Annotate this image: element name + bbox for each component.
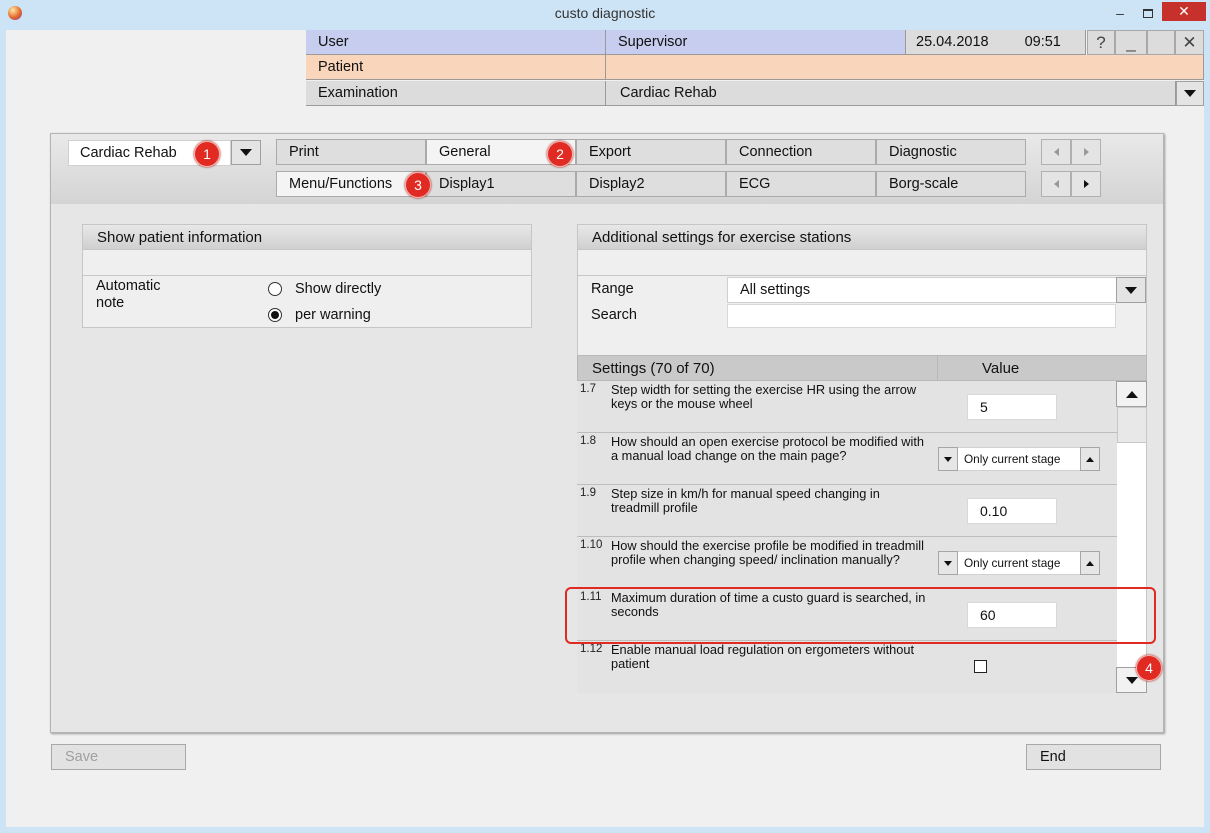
tabs-row1-next-button[interactable] bbox=[1071, 139, 1101, 165]
per-warning-radio[interactable] bbox=[268, 308, 282, 322]
row-number: 1.7 bbox=[580, 383, 596, 395]
examination-label: Examination bbox=[306, 81, 606, 106]
exercise-settings-spacer bbox=[577, 250, 1147, 276]
row-number: 1.10 bbox=[580, 539, 603, 551]
row-description: How should the exercise profile be modif… bbox=[611, 538, 924, 567]
stepper-down-button[interactable] bbox=[938, 551, 958, 575]
datetime-display: 25.04.2018 09:51 bbox=[906, 30, 1086, 55]
window-minimize-button[interactable]: – bbox=[1106, 3, 1134, 23]
chevron-left-icon bbox=[1053, 148, 1059, 156]
patient-label: Patient bbox=[306, 55, 606, 80]
tab-borg-scale[interactable]: Borg-scale bbox=[876, 171, 1026, 197]
tab-display2[interactable]: Display2 bbox=[576, 171, 726, 197]
search-label: Search bbox=[591, 307, 637, 323]
tab-connection[interactable]: Connection bbox=[726, 139, 876, 165]
patient-value bbox=[606, 55, 1204, 80]
user-value: Supervisor bbox=[606, 30, 906, 55]
annotation-badge-2: 2 bbox=[547, 141, 573, 167]
show-directly-label: Show directly bbox=[295, 281, 382, 297]
row-number: 1.9 bbox=[580, 487, 596, 499]
settings-column-header: Settings (70 of 70) bbox=[577, 355, 938, 381]
tab-menu-functions[interactable]: Menu/Functions bbox=[276, 171, 426, 197]
minimize-icon: _ bbox=[1126, 32, 1136, 52]
range-label: Range bbox=[591, 281, 634, 297]
chevron-left-icon bbox=[1053, 180, 1059, 188]
tabs-row1-prev-button[interactable] bbox=[1041, 139, 1071, 165]
show-directly-radio[interactable] bbox=[268, 282, 282, 296]
window-close-button[interactable]: ✕ bbox=[1162, 2, 1206, 21]
user-label: User bbox=[306, 30, 606, 55]
stepper-down-button[interactable] bbox=[938, 447, 958, 471]
automatic-note-label-line2: note bbox=[96, 295, 125, 311]
chevron-right-icon bbox=[1083, 148, 1089, 156]
annotation-badge-1: 1 bbox=[194, 141, 220, 167]
tab-export[interactable]: Export bbox=[576, 139, 726, 165]
row-value-stepper[interactable]: Only current stage bbox=[938, 447, 1100, 471]
app-minimize-button[interactable]: _ bbox=[1115, 30, 1147, 55]
help-button[interactable]: ? bbox=[1087, 30, 1115, 55]
examination-value[interactable]: Cardiac Rehab bbox=[606, 81, 1176, 106]
chevron-down-icon bbox=[944, 456, 952, 462]
examination-dropdown-button[interactable] bbox=[1176, 81, 1204, 106]
chevron-down-icon bbox=[944, 560, 952, 566]
scroll-up-button[interactable] bbox=[1116, 381, 1147, 407]
row-value-stepper[interactable]: Only current stage bbox=[938, 551, 1100, 575]
exercise-settings-title: Additional settings for exercise station… bbox=[577, 224, 1147, 250]
row-description: How should an open exercise protocol be … bbox=[611, 434, 924, 463]
row-description: Enable manual load regulation on ergomet… bbox=[611, 642, 915, 671]
row-number: 1.8 bbox=[580, 435, 596, 447]
patient-info-title: Show patient information bbox=[82, 224, 532, 250]
module-dropdown-button[interactable] bbox=[231, 140, 261, 165]
range-dropdown-button[interactable] bbox=[1116, 277, 1146, 303]
stepper-up-button[interactable] bbox=[1080, 551, 1100, 575]
row-description: Step size in km/h for manual speed chang… bbox=[611, 486, 880, 515]
per-warning-label: per warning bbox=[295, 307, 371, 323]
stepper-value: Only current stage bbox=[958, 447, 1080, 471]
chevron-down-icon bbox=[240, 149, 252, 156]
window-title: custo diagnostic bbox=[554, 5, 656, 21]
row-value-input[interactable]: 5 bbox=[967, 394, 1057, 420]
row-description: Step width for setting the exercise HR u… bbox=[611, 382, 917, 411]
annotation-badge-3: 3 bbox=[405, 172, 431, 198]
chevron-down-icon bbox=[1125, 676, 1138, 684]
value-column-header: Value bbox=[937, 355, 1147, 381]
automatic-note-label: Automatic note bbox=[96, 278, 160, 312]
patient-info-spacer bbox=[82, 250, 532, 276]
highlight-frame bbox=[565, 587, 1156, 644]
chevron-down-icon bbox=[1125, 286, 1137, 294]
save-button[interactable]: Save bbox=[51, 744, 186, 770]
chevron-right-icon bbox=[1083, 180, 1089, 188]
tabs-row2-prev-button[interactable] bbox=[1041, 171, 1071, 197]
tab-display1[interactable]: Display1 bbox=[426, 171, 576, 197]
date-display: 25.04.2018 bbox=[916, 34, 989, 50]
annotation-badge-4: 4 bbox=[1136, 655, 1162, 681]
range-select[interactable]: All settings bbox=[727, 277, 1117, 303]
tabs-row2-next-button[interactable] bbox=[1071, 171, 1101, 197]
scrollbar-thumb[interactable] bbox=[1117, 407, 1147, 443]
tab-print[interactable]: Print bbox=[276, 139, 426, 165]
chevron-up-icon bbox=[1125, 390, 1138, 398]
time-display: 09:51 bbox=[1024, 34, 1061, 50]
row-value-input[interactable]: 0.10 bbox=[967, 498, 1057, 524]
row-number: 1.12 bbox=[580, 643, 603, 655]
chevron-down-icon bbox=[1184, 90, 1196, 97]
close-icon: ✕ bbox=[1182, 32, 1197, 52]
end-button[interactable]: End bbox=[1026, 744, 1161, 770]
row-value-checkbox[interactable] bbox=[974, 660, 987, 673]
automatic-note-label-line1: Automatic bbox=[96, 278, 161, 294]
app-blank-button[interactable] bbox=[1147, 30, 1175, 55]
tab-diagnostic[interactable]: Diagnostic bbox=[876, 139, 1026, 165]
chevron-up-icon bbox=[1086, 560, 1094, 566]
window-maximize-button[interactable] bbox=[1134, 3, 1162, 23]
stepper-up-button[interactable] bbox=[1080, 447, 1100, 471]
search-input[interactable] bbox=[727, 304, 1116, 328]
maximize-icon bbox=[1143, 8, 1153, 18]
stepper-value: Only current stage bbox=[958, 551, 1080, 575]
close-icon: ✕ bbox=[1178, 3, 1190, 19]
app-close-button[interactable]: ✕ bbox=[1175, 30, 1204, 55]
chevron-up-icon bbox=[1086, 456, 1094, 462]
help-icon: ? bbox=[1096, 32, 1106, 52]
tab-ecg[interactable]: ECG bbox=[726, 171, 876, 197]
